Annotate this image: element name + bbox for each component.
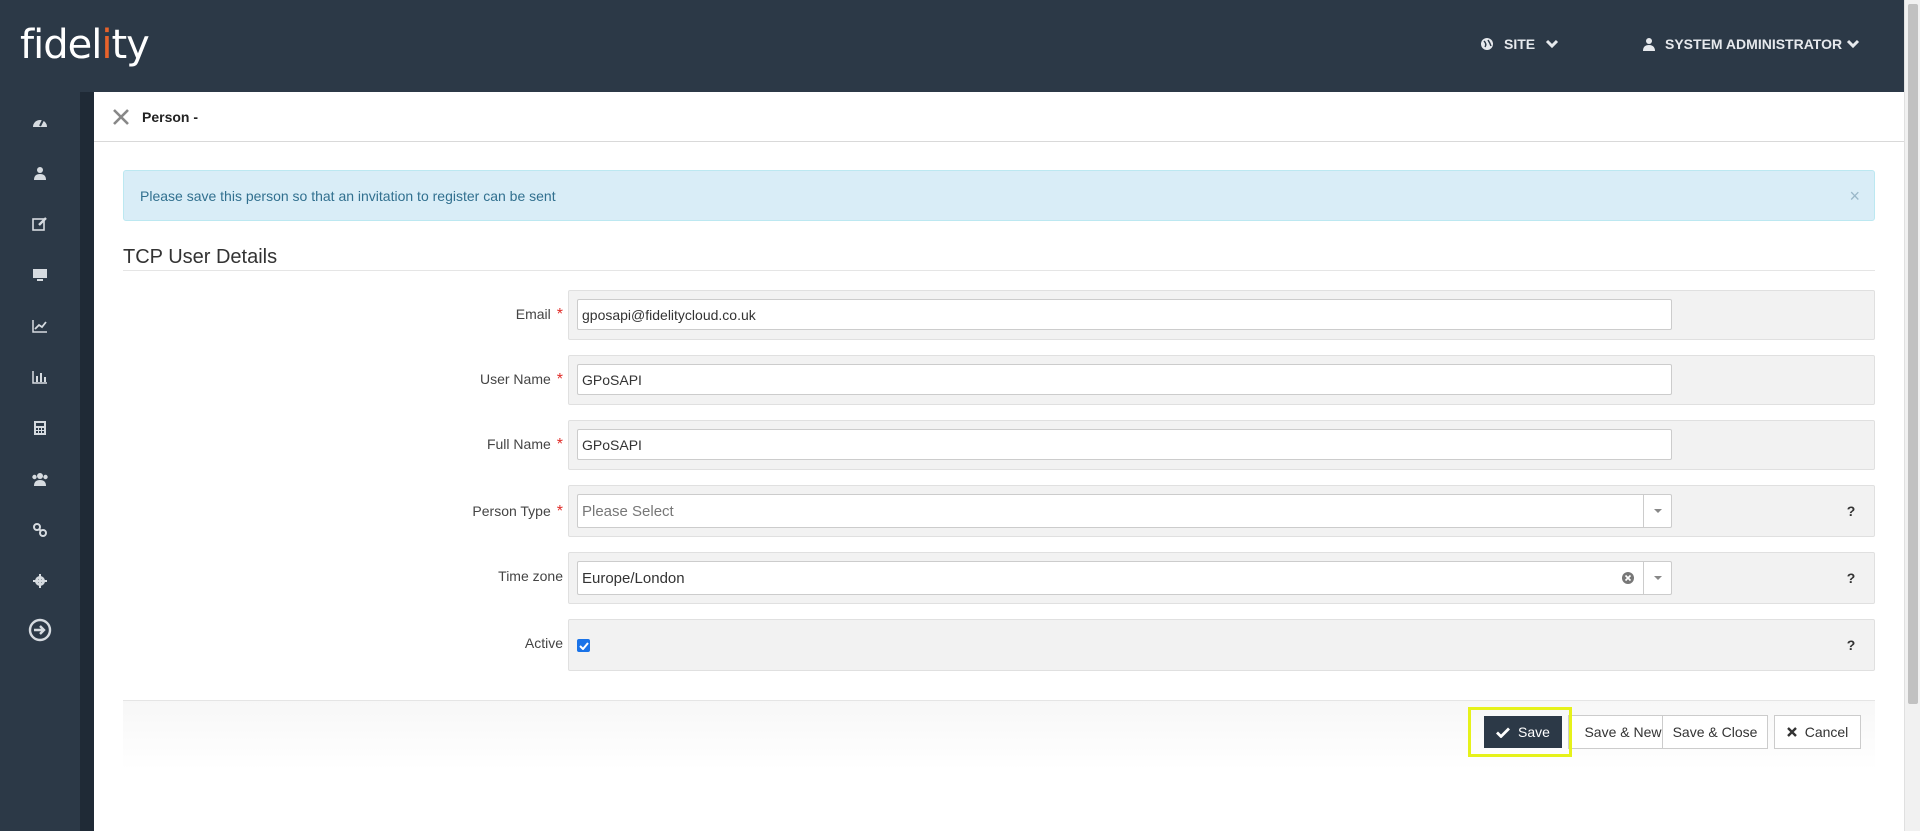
user-menu[interactable]: SYSTEM ADMINISTRATOR	[1643, 36, 1860, 52]
username-field-box	[568, 355, 1875, 405]
checkmark-icon	[1496, 727, 1511, 738]
sidebar-item-trends[interactable]	[28, 314, 52, 338]
clear-icon	[1622, 572, 1634, 584]
section-title: TCP User Details	[123, 246, 278, 268]
sidebar-item-dashboard[interactable]	[28, 110, 52, 134]
main-content: Person - Please save this person so that…	[94, 92, 1904, 831]
edit-icon	[32, 217, 47, 231]
save-new-button[interactable]: Save & New	[1568, 715, 1664, 749]
sidebar-divider	[80, 92, 94, 831]
sidebar-item-groups[interactable]	[28, 467, 52, 491]
alert-message: Please save this person so that an invit…	[140, 187, 556, 204]
line-chart-icon	[32, 320, 47, 333]
email-row: Email *	[123, 290, 1875, 340]
page-title: Person -	[142, 108, 199, 125]
monitor-icon	[33, 269, 47, 281]
timezone-field-box: Europe/London ?	[568, 552, 1875, 604]
persontype-field-box: Please Select ?	[568, 485, 1875, 537]
sidebar-item-person[interactable]	[28, 161, 52, 185]
select-arrow[interactable]	[1643, 495, 1671, 527]
required-indicator: *	[556, 436, 563, 453]
active-checkbox[interactable]	[577, 639, 590, 652]
timezone-value: Europe/London	[582, 569, 685, 587]
timezone-help-button[interactable]: ?	[1836, 563, 1866, 593]
dashboard-icon	[33, 119, 47, 127]
user-icon	[1643, 38, 1655, 51]
persontype-select[interactable]: Please Select	[577, 494, 1672, 528]
sidebar-item-reports[interactable]	[28, 365, 52, 389]
gear-icon	[33, 574, 47, 588]
persontype-label: Person Type *	[472, 503, 563, 520]
person-icon	[34, 167, 46, 180]
checkmark-icon	[578, 641, 589, 650]
caret-down-icon	[1653, 509, 1662, 513]
site-menu[interactable]: SITE	[1480, 36, 1559, 52]
info-alert: Please save this person so that an invit…	[123, 170, 1875, 221]
timezone-row: Time zone Europe/London ?	[123, 552, 1875, 604]
sidebar-item-edit[interactable]	[28, 212, 52, 236]
fullname-row: Full Name *	[123, 420, 1875, 470]
fidelity-logo[interactable]: fidelity	[20, 22, 150, 68]
clear-selection-button[interactable]	[1621, 571, 1635, 589]
save-close-button[interactable]: Save & Close	[1662, 715, 1768, 749]
persontype-row: Person Type * Please Select ?	[123, 485, 1875, 537]
sidebar-item-monitor[interactable]	[28, 263, 52, 287]
close-icon	[1786, 727, 1797, 737]
save-button[interactable]: Save	[1484, 716, 1562, 748]
active-field-box: ?	[568, 619, 1875, 671]
sidebar-item-settings[interactable]	[28, 569, 52, 593]
email-field[interactable]	[577, 299, 1672, 330]
username-row: User Name *	[123, 355, 1875, 405]
timezone-label: Time zone	[498, 568, 563, 584]
vertical-scrollbar[interactable]	[1904, 0, 1920, 831]
calculator-icon	[34, 421, 46, 435]
scrollbar-thumb[interactable]	[1908, 4, 1918, 704]
page-header: Person -	[94, 92, 1904, 142]
required-indicator: *	[556, 306, 563, 323]
top-bar: fidelity SITE SYSTEM ADMINISTRATOR	[0, 0, 1904, 92]
fullname-field[interactable]	[577, 429, 1672, 460]
username-label: User Name *	[479, 371, 563, 388]
section-divider	[123, 270, 1875, 271]
required-indicator: *	[556, 371, 563, 388]
timezone-select[interactable]: Europe/London	[577, 561, 1672, 595]
email-label: Email *	[515, 306, 563, 323]
fullname-field-box	[568, 420, 1875, 470]
fullname-label: Full Name *	[486, 436, 563, 453]
globe-icon	[1481, 38, 1493, 50]
required-indicator: *	[556, 503, 563, 520]
close-icon	[113, 108, 129, 125]
active-label: Active	[524, 635, 563, 651]
alert-close-button[interactable]: ×	[1849, 186, 1860, 207]
chevron-down-icon	[1546, 39, 1559, 49]
group-icon	[32, 473, 48, 486]
chevron-down-icon	[1847, 39, 1860, 49]
sidebar-item-links[interactable]	[28, 518, 52, 542]
active-row: Active ?	[123, 619, 1875, 671]
sidebar-item-logout[interactable]	[28, 618, 52, 642]
bar-chart-icon	[32, 371, 47, 384]
cancel-button[interactable]: Cancel	[1774, 715, 1861, 749]
sidebar-item-calculator[interactable]	[28, 416, 52, 440]
link-icon	[33, 523, 47, 537]
username-field[interactable]	[577, 364, 1672, 395]
close-page-button[interactable]	[110, 106, 132, 128]
active-help-button[interactable]: ?	[1836, 630, 1866, 660]
sidebar	[0, 92, 80, 831]
site-label: SITE	[1504, 36, 1536, 52]
persontype-help-button[interactable]: ?	[1836, 496, 1866, 526]
persontype-placeholder: Please Select	[582, 502, 674, 520]
select-arrow[interactable]	[1643, 562, 1671, 594]
logout-icon	[28, 618, 52, 642]
caret-down-icon	[1653, 576, 1662, 580]
user-label: SYSTEM ADMINISTRATOR	[1665, 36, 1843, 52]
email-field-box	[568, 290, 1875, 340]
